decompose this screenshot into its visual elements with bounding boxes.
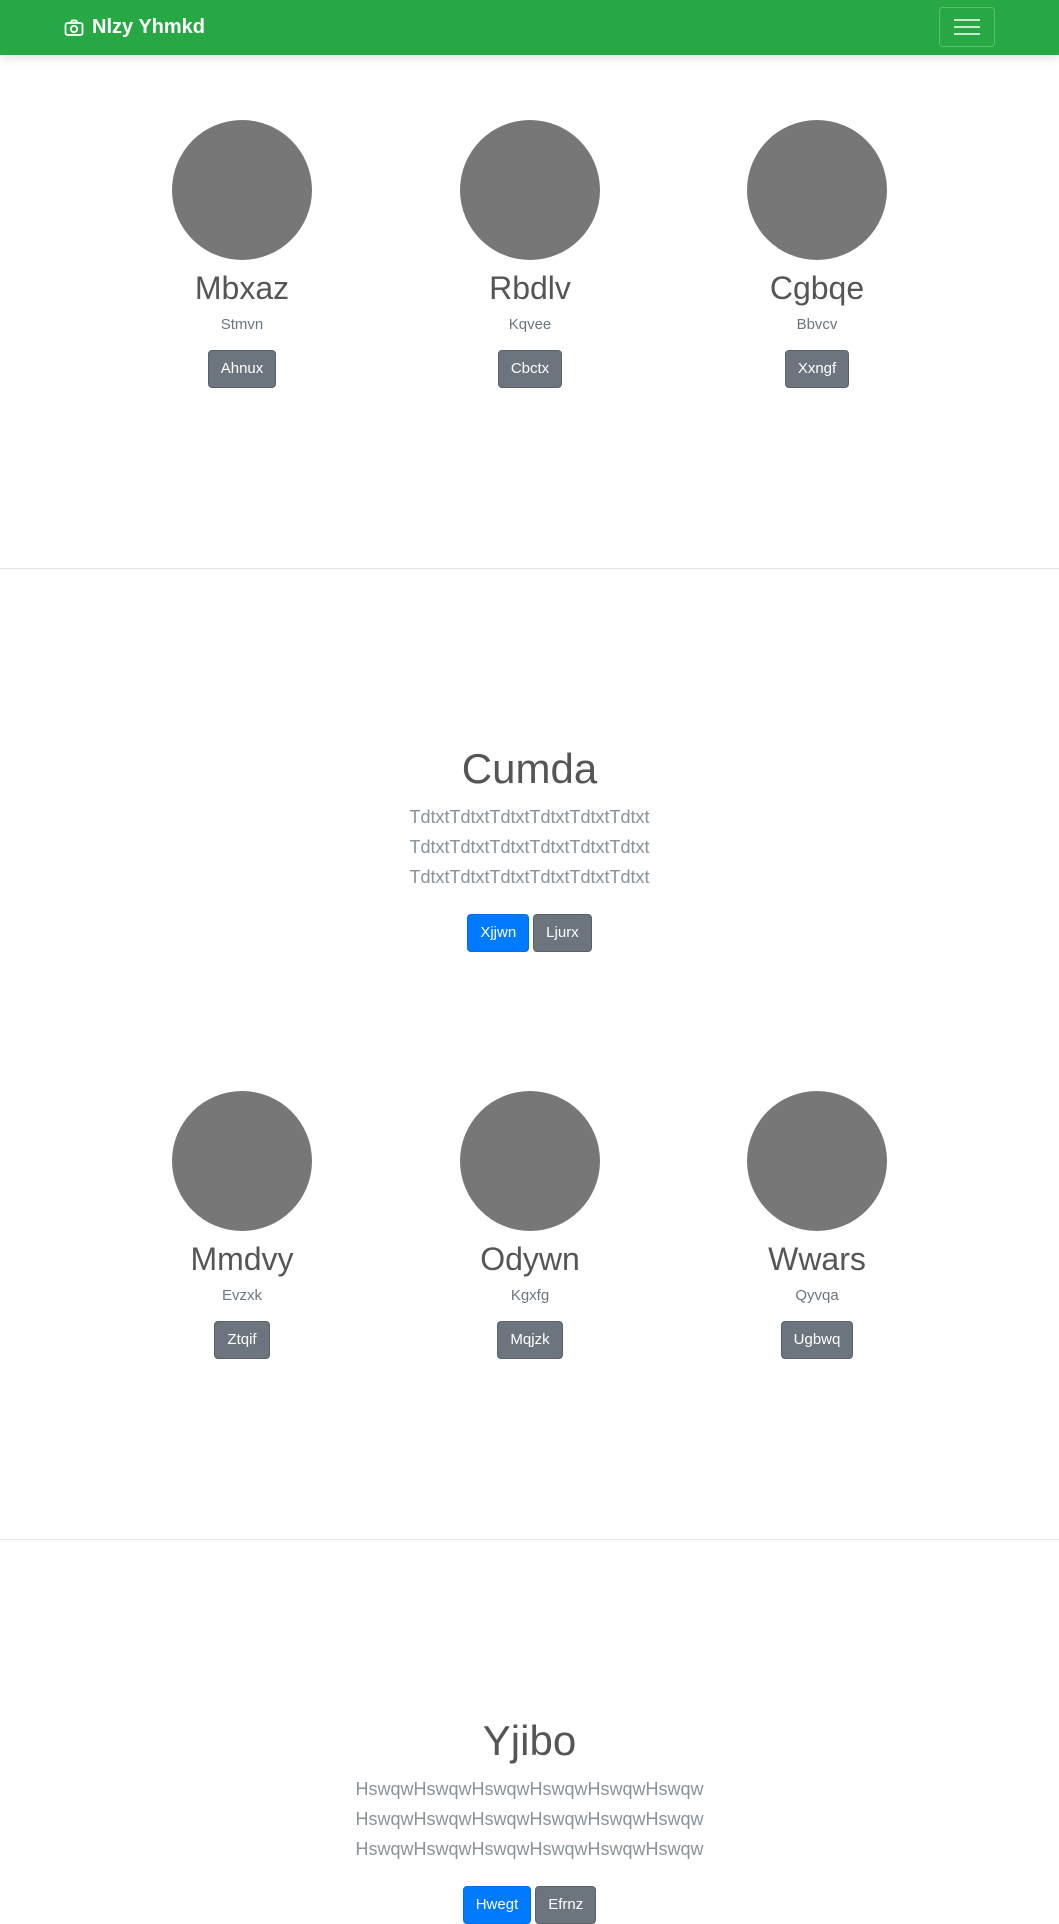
member-action-button[interactable]: Ahnux bbox=[207, 350, 277, 389]
top-navbar: Nlzy Yhmkd bbox=[0, 0, 1059, 55]
member-action-button[interactable]: Ugbwq bbox=[780, 1321, 854, 1360]
avatar bbox=[172, 1091, 312, 1231]
feature-title: Yjibo bbox=[482, 1717, 577, 1764]
member-action-button[interactable]: Ztqif bbox=[214, 1321, 270, 1360]
navbar-toggler-button[interactable] bbox=[939, 7, 995, 47]
member-role: Kgxfg bbox=[510, 1287, 550, 1305]
member-name: Cgbqe bbox=[769, 270, 865, 306]
avatar bbox=[460, 120, 600, 260]
member-role: Stmvn bbox=[220, 316, 264, 334]
member-name: Odywn bbox=[480, 1241, 580, 1277]
avatar bbox=[460, 1091, 600, 1231]
member-role: Qyvqa bbox=[795, 1287, 839, 1305]
team-member-card: Mmdvy Evzxk Ztqif bbox=[122, 1091, 362, 1360]
member-role: Kqvee bbox=[508, 316, 552, 334]
team-member-card: Mbxaz Stmvn Ahnux bbox=[122, 120, 362, 389]
feature-secondary-button[interactable]: Ljurx bbox=[533, 914, 592, 953]
team-member-card: Rbdlv Kqvee Cbctx bbox=[410, 120, 650, 389]
member-name: Wwars bbox=[768, 1241, 866, 1277]
avatar bbox=[747, 120, 887, 260]
feature-secondary-button[interactable]: Efrnz bbox=[535, 1886, 597, 1924]
brand-text: Nlzy Yhmkd bbox=[92, 16, 205, 38]
team-member-card: Odywn Kgxfg Mqjzk bbox=[410, 1091, 650, 1360]
feature-primary-button[interactable]: Hwegt bbox=[462, 1886, 532, 1924]
member-role: Bbvcv bbox=[796, 316, 838, 334]
feature-section-2: Yjibo HswqwHswqwHswqwHswqwHswqwHswqw Hsw… bbox=[0, 1716, 1059, 1924]
section-divider bbox=[0, 1539, 1059, 1540]
member-name: Rbdlv bbox=[489, 270, 571, 306]
team-member-card: Wwars Qyvqa Ugbwq bbox=[697, 1091, 937, 1360]
member-role: Evzxk bbox=[221, 1287, 262, 1305]
section-divider bbox=[0, 568, 1059, 569]
feature-primary-button[interactable]: Xjjwn bbox=[467, 914, 530, 953]
feature-text: HswqwHswqwHswqwHswqwHswqwHswqw HswqwHswq… bbox=[355, 1779, 704, 1860]
team-section-top: Mbxaz Stmvn Ahnux Rbdlv Kqvee Cbctx Cgbq… bbox=[0, 120, 1059, 420]
team-section-bottom: Mmdvy Evzxk Ztqif Odywn Kgxfg Mqjzk Wwar… bbox=[0, 1091, 1059, 1391]
feature-title: Cumda bbox=[461, 745, 598, 792]
feature-button-group: Xjjwn Ljurx bbox=[0, 914, 1059, 953]
team-member-card: Cgbqe Bbvcv Xxngf bbox=[697, 120, 937, 389]
navbar-brand[interactable]: Nlzy Yhmkd bbox=[64, 0, 205, 55]
feature-text: TdtxtTdtxtTdtxtTdtxtTdtxtTdtxt TdtxtTdtx… bbox=[409, 807, 650, 888]
member-action-button[interactable]: Xxngf bbox=[784, 350, 850, 389]
hamburger-menu-icon bbox=[954, 19, 980, 35]
feature-section-1: Cumda TdtxtTdtxtTdtxtTdtxtTdtxtTdtxt Tdt… bbox=[0, 744, 1059, 953]
member-action-button[interactable]: Mqjzk bbox=[497, 1321, 563, 1360]
avatar bbox=[172, 120, 312, 260]
avatar bbox=[747, 1091, 887, 1231]
camera-icon bbox=[64, 19, 84, 36]
member-action-button[interactable]: Cbctx bbox=[497, 350, 563, 389]
member-name: Mmdvy bbox=[190, 1241, 294, 1277]
member-name: Mbxaz bbox=[194, 270, 290, 306]
feature-button-group: Hwegt Efrnz bbox=[0, 1886, 1059, 1924]
